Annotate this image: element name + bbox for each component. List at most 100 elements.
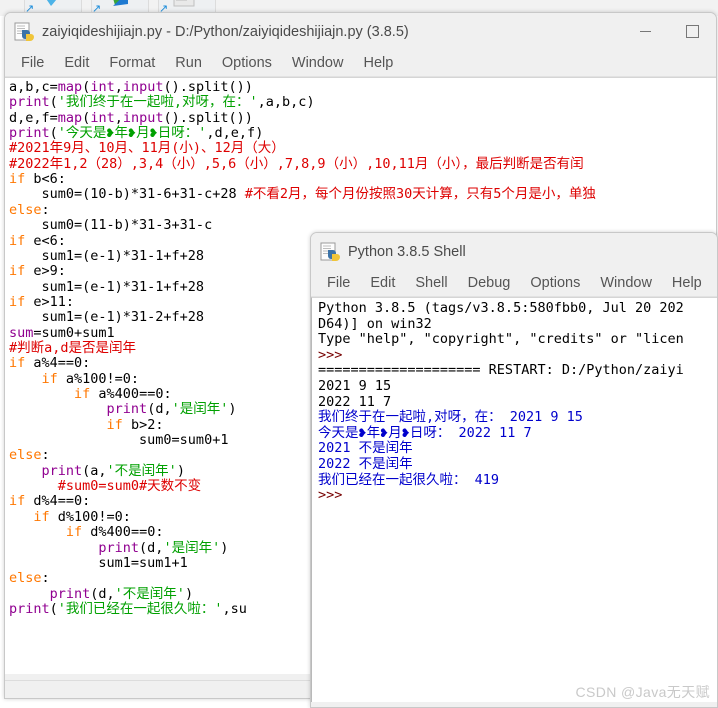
editor-title-text: zaiyiqideshijiajn.py - D:/Python/zaiyiqi… <box>42 23 409 40</box>
editor-menu-format[interactable]: Format <box>99 53 165 73</box>
code-line: print(d,'是闰年') <box>9 539 228 556</box>
code-line: print(d,'不是闰年') <box>9 585 193 602</box>
code-token: ,su <box>222 600 247 617</box>
code-token: a%400==0: <box>90 386 172 402</box>
maximize-button[interactable] <box>669 13 716 50</box>
code-token: a%4==0: <box>25 355 91 372</box>
editor-menu-run[interactable]: Run <box>165 53 212 73</box>
editor-menu-help[interactable]: Help <box>353 53 403 73</box>
code-token: '我们已经在一起很久啦：' <box>57 600 223 617</box>
code-token: Type "help", "copyright", "credits" or "… <box>318 331 684 348</box>
code-token: map <box>57 109 83 126</box>
code-token: if <box>33 508 50 525</box>
code-token: sum1=(e-1)*31-1+f+28 <box>9 278 205 295</box>
code-line: a,b,c=map(int,input().split()) <box>9 80 253 95</box>
shell-line: 2021 不是闰年 <box>318 441 413 457</box>
editor-titlebar[interactable]: zaiyiqideshijiajn.py - D:/Python/zaiyiqi… <box>5 13 716 50</box>
code-token: ().split()) <box>163 79 253 95</box>
editor-menu-edit[interactable]: Edit <box>54 53 99 73</box>
shell-line: >>> <box>318 347 342 364</box>
code-line: print(a,'不是闰年') <box>9 462 185 479</box>
shell-line: Python 3.8.5 (tags/v3.8.5:580fbb0, Jul 2… <box>318 300 684 317</box>
code-token: else <box>9 570 42 587</box>
code-token: (d, <box>139 539 164 556</box>
shell-line: ==================== RESTART: D:/Python/… <box>318 363 684 379</box>
code-token: #2021年9月、10月、11月(小)、12月（大） <box>9 140 285 157</box>
code-token: print <box>9 125 50 142</box>
editor-menu-window[interactable]: Window <box>282 53 354 73</box>
code-line: sum0=(11-b)*31-3+31-c <box>9 218 213 233</box>
shell-menubar[interactable]: File Edit Shell Debug Options Window Help <box>311 270 717 297</box>
code-token: ,d,e,f) <box>206 125 264 142</box>
code-token: '是闰年' <box>171 401 229 418</box>
shell-menu-debug[interactable]: Debug <box>458 273 521 293</box>
code-token: ) <box>228 401 237 418</box>
code-token: if <box>65 524 83 541</box>
code-token: '不是闰年' <box>114 585 185 602</box>
python-file-icon <box>320 242 340 262</box>
code-line: sum1=(e-1)*31-2+f+28 <box>9 309 205 326</box>
code-token: else <box>9 201 42 218</box>
minimize-button[interactable] <box>622 13 669 50</box>
code-token: 今天是❥年❥月❥日呀： 2022 11 7 <box>318 424 532 441</box>
code-token: >>> <box>318 487 343 504</box>
code-token: a%100!=0: <box>57 370 140 387</box>
code-token: int <box>90 79 115 95</box>
shell-line: 我们终于在一起啦,对呀，在： 2021 9 15 <box>318 409 583 426</box>
code-token: : <box>41 201 50 218</box>
maximize-icon <box>686 25 699 38</box>
code-token: , <box>114 79 123 95</box>
code-token: ( <box>49 94 58 111</box>
code-token: ) <box>176 462 185 479</box>
code-token: '不是闰年' <box>106 462 177 479</box>
code-token: input <box>122 79 164 95</box>
code-token: sum <box>9 324 34 341</box>
shell-line: 今天是❥年❥月❥日呀： 2022 11 7 <box>318 424 532 442</box>
code-line: #判断a,d是否是闰年 <box>9 340 136 356</box>
code-line: print(d,'是闰年') <box>9 401 237 418</box>
shell-line: 2022 不是闰年 <box>318 456 413 473</box>
code-line: print('我们终于在一起啦,对呀，在：',a,b,c) <box>9 95 315 110</box>
shell-menu-window[interactable]: Window <box>590 273 662 293</box>
shell-menu-shell[interactable]: Shell <box>405 273 457 293</box>
code-token: d%4==0: <box>25 493 91 510</box>
code-token: if <box>9 293 26 310</box>
code-line: print('我们已经在一起很久啦：',su <box>9 600 247 617</box>
code-line: sum0=(10-b)*31-6+31-c+28 #不看2月，每个月份按照30天… <box>9 187 596 202</box>
python-shell-window[interactable]: Python 3.8.5 Shell File Edit Shell Debug Opt… <box>310 232 718 708</box>
shell-menu-help[interactable]: Help <box>662 273 712 293</box>
code-token: ,a,b,c) <box>257 94 315 111</box>
shell-menu-options[interactable]: Options <box>520 273 590 293</box>
code-token: if <box>9 263 26 280</box>
code-line: else: <box>9 448 50 463</box>
editor-menu-file[interactable]: File <box>11 53 54 73</box>
code-token: sum1=(e-1)*31-2+f+28 <box>9 309 205 326</box>
shell-output-area[interactable]: Python 3.8.5 (tags/v3.8.5:580fbb0, Jul 2… <box>311 297 717 702</box>
shell-line: 2021 9 15 <box>318 378 392 395</box>
code-line: if e>9: <box>9 264 66 279</box>
shell-menu-edit[interactable]: Edit <box>360 273 405 293</box>
editor-menu-options[interactable]: Options <box>212 53 282 73</box>
editor-menubar[interactable]: File Edit Format Run Options Window Help <box>5 50 716 77</box>
code-token: map <box>57 79 83 95</box>
code-token: input <box>122 109 164 126</box>
code-token: sum1=(e-1)*31-1+f+28 <box>9 247 205 264</box>
shell-line: 2022 11 7 <box>318 394 391 411</box>
code-line: if a%400==0: <box>9 387 172 402</box>
code-token: D64)] on win32 <box>318 315 432 332</box>
code-token: if <box>74 386 91 402</box>
code-line: if e<6: <box>9 233 66 249</box>
code-token: d%400==0: <box>82 524 164 541</box>
code-line: d,e,f=map(int,input().split()) <box>9 109 253 126</box>
code-token: 2021 9 15 <box>318 378 392 394</box>
shell-menu-file[interactable]: File <box>317 273 360 293</box>
code-line: if a%4==0: <box>9 356 90 371</box>
code-token: , <box>114 109 123 126</box>
shell-titlebar[interactable]: Python 3.8.5 Shell <box>311 233 717 270</box>
